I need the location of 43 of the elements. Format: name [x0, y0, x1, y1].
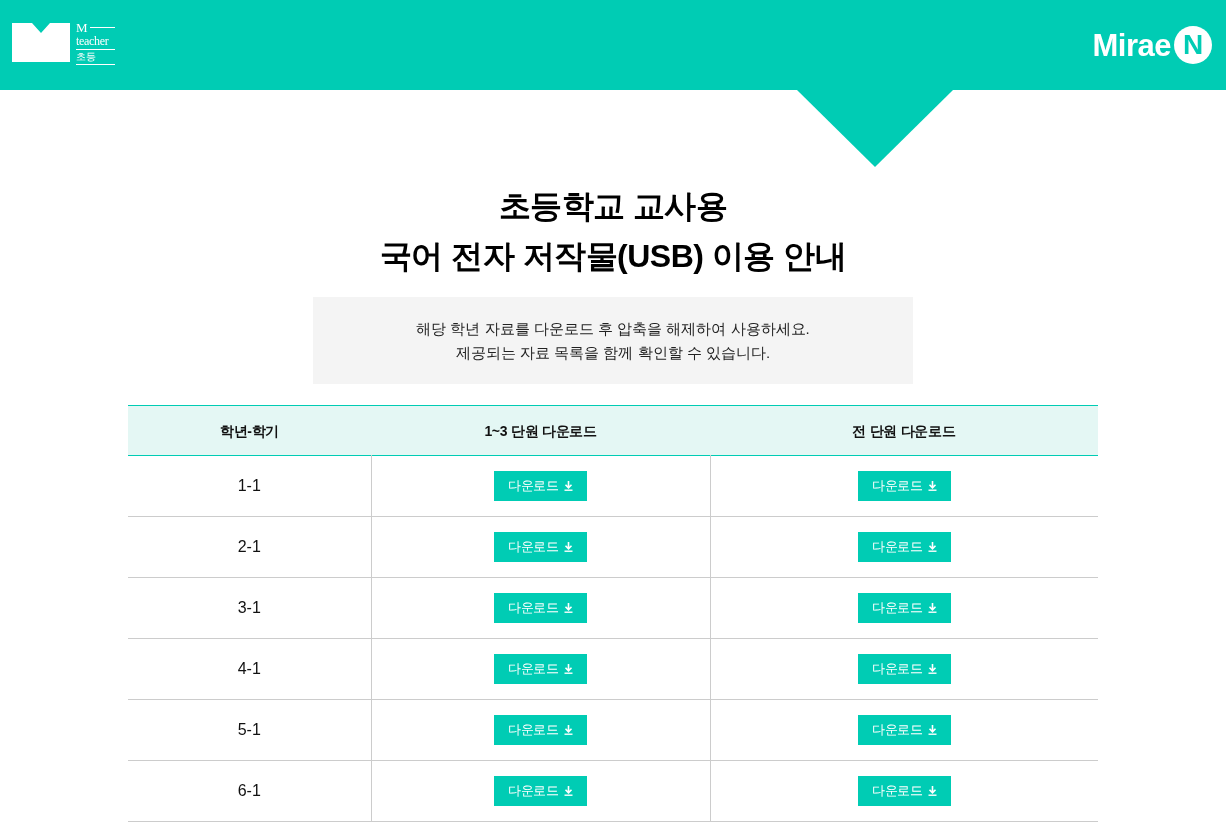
download-button[interactable]: 다운로드: [494, 532, 587, 562]
download-button[interactable]: 다운로드: [494, 471, 587, 501]
grade-cell: 1-1: [237, 477, 261, 494]
download-button[interactable]: 다운로드: [494, 593, 587, 623]
download-button[interactable]: 다운로드: [494, 715, 587, 745]
download-icon: [563, 786, 573, 796]
logo-letter: M: [76, 21, 88, 34]
grade-cell: 4-1: [237, 660, 261, 677]
download-button[interactable]: 다운로드: [857, 715, 951, 745]
page-title: 국어 전자 저작물(USB) 이용 안내: [379, 237, 847, 276]
download-button[interactable]: 다운로드: [857, 654, 951, 684]
download-button[interactable]: 다운로드: [857, 593, 951, 623]
download-icon: [927, 786, 937, 796]
download-icon: [563, 542, 573, 552]
download-button[interactable]: 다운로드: [494, 654, 587, 684]
download-icon: [563, 603, 573, 613]
logo-word: teacher: [76, 35, 115, 50]
download-button[interactable]: 다운로드: [494, 776, 587, 806]
download-icon: [927, 542, 937, 552]
column-header: 1~3 단원 다운로드: [484, 422, 597, 439]
notice-text: 해당 학년 자료를 다운로드 후 압축을 해제하여 사용하세요.: [416, 318, 810, 339]
download-icon: [927, 603, 937, 613]
download-button[interactable]: 다운로드: [857, 532, 951, 562]
download-icon: [563, 664, 573, 674]
download-icon: [563, 481, 573, 491]
column-header: 학년-학기: [219, 422, 280, 439]
download-icon: [927, 664, 937, 674]
grade-cell: 5-1: [237, 721, 261, 738]
download-icon: [927, 725, 937, 735]
column-header: 전 단원 다운로드: [852, 422, 956, 439]
book-logo-icon: [12, 23, 70, 62]
grade-cell: 6-1: [237, 782, 261, 799]
grade-cell: 3-1: [237, 599, 261, 616]
download-button[interactable]: 다운로드: [857, 471, 951, 501]
download-icon: [563, 725, 573, 735]
brand-mark: N: [1174, 26, 1212, 64]
notice-text: 제공되는 자료 목록을 함께 확인할 수 있습니다.: [455, 342, 771, 363]
download-button[interactable]: 다운로드: [857, 776, 951, 806]
brand-wordmark: Mirae: [1092, 29, 1171, 61]
download-icon: [927, 481, 937, 491]
logo-section: 초등: [76, 51, 115, 65]
page-title: 초등학교 교사용: [498, 187, 728, 226]
grade-cell: 2-1: [237, 538, 261, 555]
